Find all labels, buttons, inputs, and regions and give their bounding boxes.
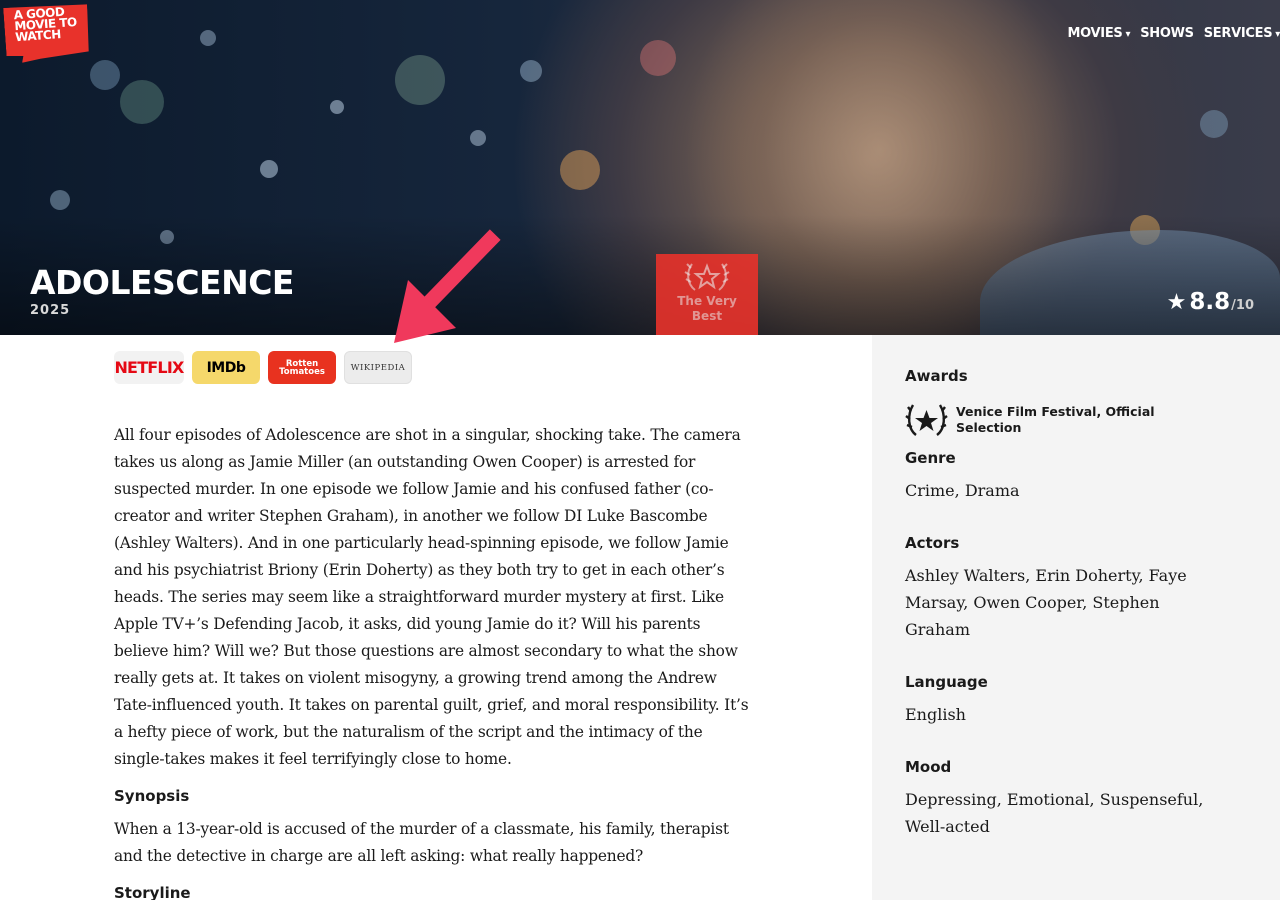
language-value: English [905,705,966,724]
review-text: All four episodes of Adolescence are sho… [114,426,749,768]
review-article: All four episodes of Adolescence are sho… [114,422,754,900]
awards-heading: Awards [905,367,968,385]
award-label: Venice Film Festival, Official Selection [956,404,1155,435]
hero-banner: A GOOD MOVIE TO WATCH MOVIES ▾ SHOWS SERV… [0,0,1280,335]
language-heading: Language [905,673,988,691]
release-year: 2025 [30,303,71,318]
rating: ★ 8.8 /10 [1167,289,1254,315]
wikipedia-link[interactable]: WIKIPEDIA [344,351,412,384]
award-item: Venice Film Festival, Official Selection [905,401,1280,439]
mood-heading: Mood [905,758,952,776]
nav-services[interactable]: SERVICES ▾ [1204,26,1280,41]
rating-scale: /10 [1231,298,1254,313]
nav-movies[interactable]: MOVIES ▾ [1068,26,1131,41]
laurel-star-icon [684,263,730,291]
star-icon: ★ [1166,290,1187,315]
rotten-tomatoes-link[interactable]: Rotten Tomatoes [268,351,336,384]
watch-sources: NETFLIX IMDb Rotten Tomatoes WIKIPEDIA [114,351,412,384]
top-nav: MOVIES ▾ SHOWS SERVICES ▾ [1068,26,1280,41]
storyline-heading: Storyline [114,884,191,900]
site-logo[interactable]: A GOOD MOVIE TO WATCH [3,2,91,64]
mood-value: Depressing, Emotional, Suspenseful, Well… [905,790,1204,836]
actors-value: Ashley Walters, Erin Doherty, Faye Marsa… [905,566,1187,639]
nav-shows[interactable]: SHOWS [1140,26,1194,41]
laurel-star-icon [905,404,948,436]
synopsis-heading: Synopsis [114,787,190,805]
very-best-badge[interactable]: The Very Best [656,254,758,335]
imdb-link[interactable]: IMDb [192,351,260,384]
annotation-arrow-icon [394,229,501,343]
netflix-link[interactable]: NETFLIX [114,351,184,384]
rating-score: 8.8 [1189,289,1231,315]
chevron-down-icon: ▾ [1125,29,1131,40]
chevron-down-icon: ▾ [1275,29,1280,40]
actors-heading: Actors [905,534,960,552]
logo-line: WATCH [14,27,62,45]
page-title: ADOLESCENCE [30,263,294,302]
badge-label: Best [691,309,723,323]
badge-label: The Very [677,294,737,308]
genre-value: Crime, Drama [905,481,1020,500]
synopsis-text: When a 13-year-old is accused of the mur… [114,820,729,865]
details-sidebar: Awards Venice Film Festival, Official Se… [872,335,1280,900]
genre-heading: Genre [905,449,956,467]
